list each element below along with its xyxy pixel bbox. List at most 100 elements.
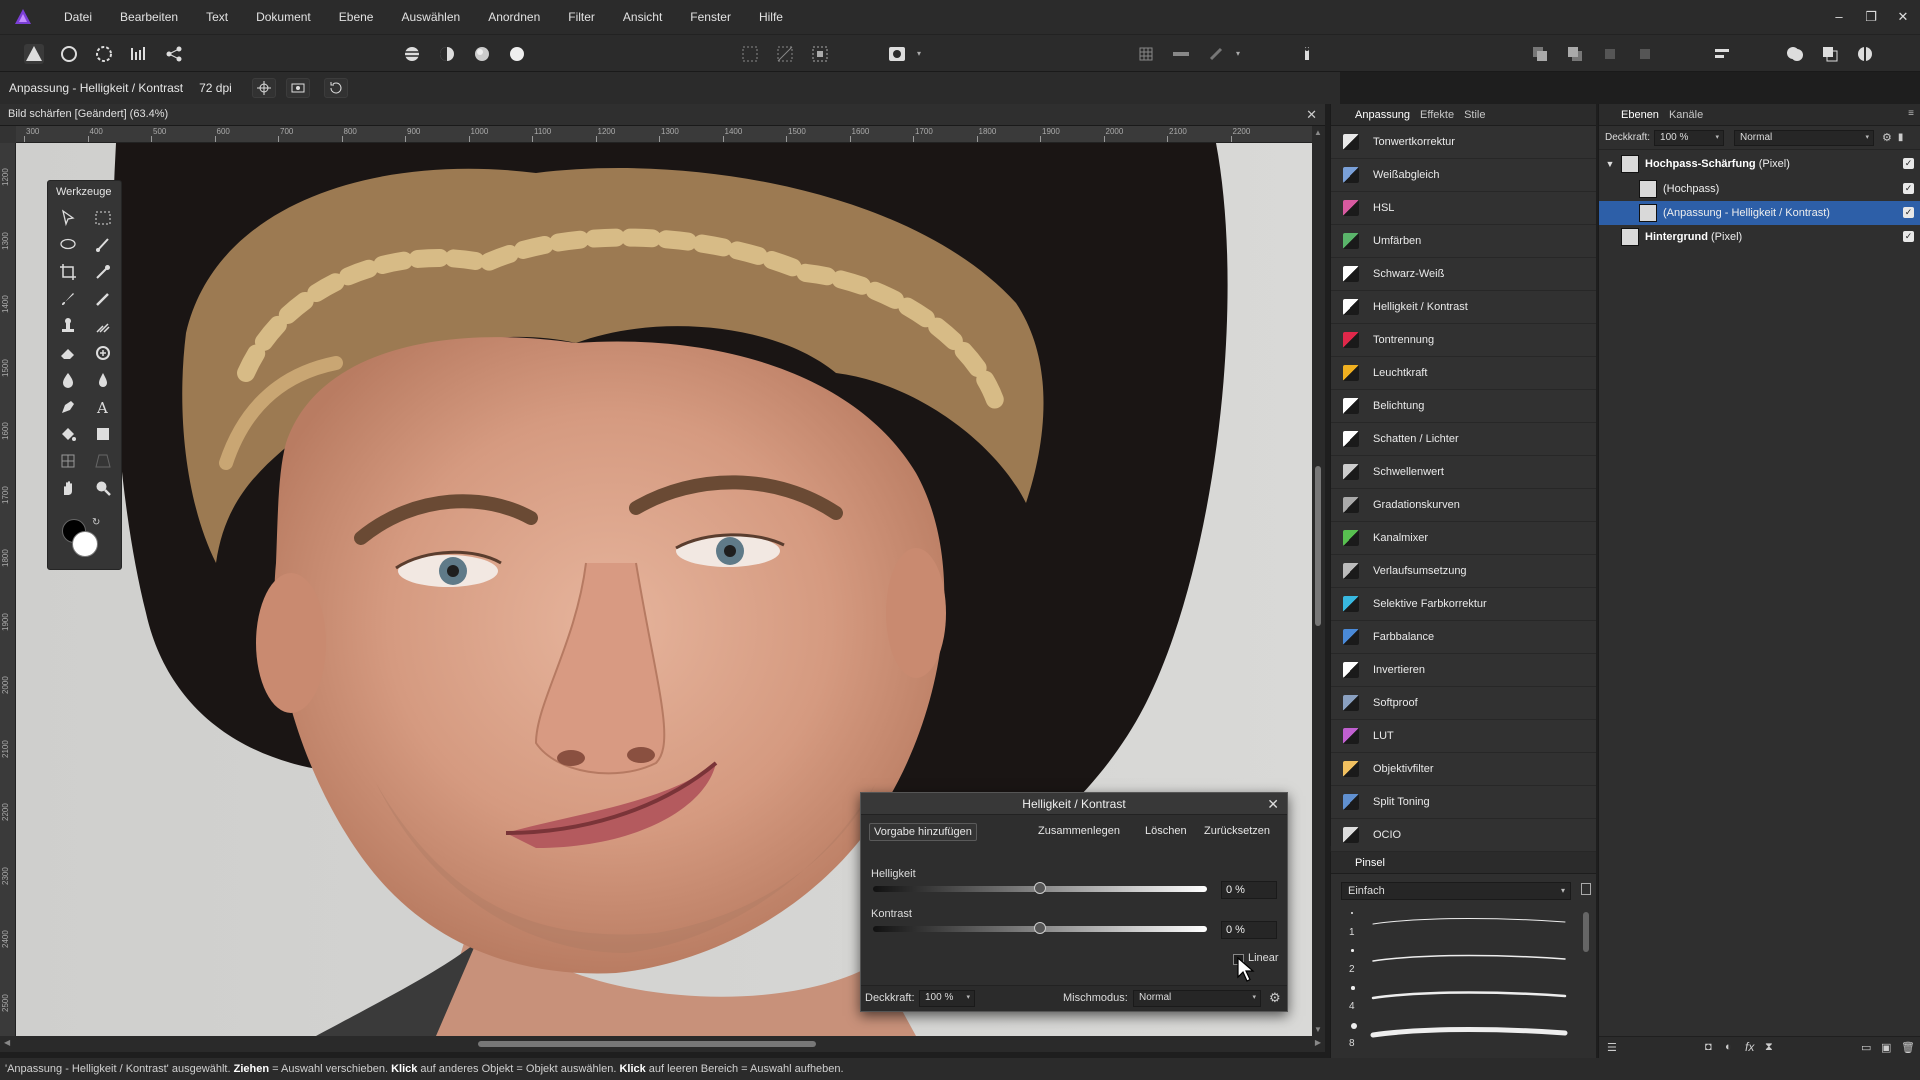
- layer-stack-icon[interactable]: ☰: [1607, 1041, 1617, 1054]
- selection-brush-tool-icon[interactable]: [92, 234, 114, 256]
- layer-visibility-checkbox[interactable]: ✓: [1903, 207, 1914, 218]
- adjustment-item[interactable]: Umfärben: [1331, 225, 1596, 258]
- minimize-button[interactable]: –: [1832, 10, 1846, 24]
- adjustment-item[interactable]: Tontrennung: [1331, 324, 1596, 357]
- view-toggle-icon[interactable]: [285, 78, 310, 98]
- adjustment-item[interactable]: Schwarz-Weiß: [1331, 258, 1596, 291]
- secondary-color-swatch[interactable]: [72, 531, 98, 557]
- menu-item[interactable]: Ebene: [325, 0, 388, 34]
- brush-preset[interactable]: 8: [1341, 1015, 1576, 1051]
- brush-category-select[interactable]: Einfach ▾: [1341, 882, 1571, 900]
- affinity-photo-logo-icon[interactable]: [12, 6, 34, 28]
- adjustment-item[interactable]: Invertieren: [1331, 654, 1596, 687]
- menu-item[interactable]: Datei: [50, 0, 106, 34]
- scroll-right-icon[interactable]: ▶: [1315, 1038, 1321, 1047]
- adjustment-item[interactable]: Verlaufsumsetzung: [1331, 555, 1596, 588]
- flood-fill-tool-icon[interactable]: [57, 423, 79, 445]
- contrast-slider-knob[interactable]: [1034, 922, 1046, 934]
- brightness-value-field[interactable]: 0 %: [1221, 881, 1277, 899]
- vertical-scroll-thumb[interactable]: [1315, 466, 1321, 626]
- crop-tool-icon[interactable]: [57, 261, 79, 283]
- adjustment-item[interactable]: Schwellenwert: [1331, 456, 1596, 489]
- blur-tool-icon[interactable]: [92, 369, 114, 391]
- brush-preset[interactable]: 2: [1341, 941, 1576, 977]
- add-group-icon[interactable]: ▭: [1861, 1041, 1871, 1054]
- align-icon[interactable]: [1712, 44, 1732, 64]
- layer-row[interactable]: Hintergrund (Pixel) ✓: [1599, 225, 1920, 249]
- clone-stamp-tool-icon[interactable]: [57, 315, 79, 337]
- adjustment-item[interactable]: OCIO: [1331, 819, 1596, 852]
- snapping-magnet-icon[interactable]: [1206, 44, 1226, 64]
- adjustment-item[interactable]: Leuchtkraft: [1331, 357, 1596, 390]
- rectangular-marquee-tool-icon[interactable]: [92, 207, 114, 229]
- quick-mask-dropdown-icon[interactable]: ▾: [917, 49, 921, 58]
- dialog-close-button[interactable]: ✕: [1267, 793, 1279, 815]
- boolean-intersect-icon[interactable]: [1855, 44, 1875, 64]
- layer-opacity-select[interactable]: 100 % ▾: [1654, 129, 1725, 146]
- adjustment-item[interactable]: Softproof: [1331, 687, 1596, 720]
- adjustment-item[interactable]: Gradationskurven: [1331, 489, 1596, 522]
- adjustment-item[interactable]: Objektivfilter: [1331, 753, 1596, 786]
- move-crosshair-icon[interactable]: [251, 78, 276, 98]
- menu-item[interactable]: Anordnen: [474, 0, 554, 34]
- scroll-left-icon[interactable]: ◀: [4, 1038, 10, 1047]
- color-swatches[interactable]: ↻: [62, 517, 106, 563]
- menu-item[interactable]: Auswählen: [387, 0, 474, 34]
- layer-row[interactable]: ▼ Hochpass-Schärfung (Pixel) ✓: [1599, 152, 1920, 176]
- dialog-opacity-select[interactable]: 100 % ▾: [919, 990, 975, 1007]
- dialog-titlebar[interactable]: Helligkeit / Kontrast ✕: [861, 793, 1287, 815]
- auto-levels-icon[interactable]: [402, 44, 422, 64]
- auto-contrast-icon[interactable]: [437, 44, 457, 64]
- expand-triangle-icon[interactable]: ▼: [1599, 159, 1621, 169]
- perspective-tool-icon[interactable]: [92, 450, 114, 472]
- vertical-scrollbar[interactable]: ▲ ▼: [1312, 126, 1325, 1036]
- adjustment-layer-icon[interactable]: ◐: [1725, 1041, 1732, 1053]
- tab-channels[interactable]: Kanäle: [1669, 109, 1703, 121]
- arrange-forward-icon[interactable]: [1600, 44, 1620, 64]
- reset-transform-icon[interactable]: [323, 78, 348, 98]
- rectangle-tool-icon[interactable]: [92, 423, 114, 445]
- delete-button[interactable]: Löschen: [1141, 823, 1191, 841]
- marquee-select-icon[interactable]: [740, 44, 760, 64]
- auto-white-balance-icon[interactable]: [507, 44, 527, 64]
- close-window-button[interactable]: ✕: [1896, 10, 1910, 24]
- paint-brush-tool-icon[interactable]: [57, 288, 79, 310]
- photo-persona-icon[interactable]: [24, 44, 44, 64]
- brush-scrollbar[interactable]: [1583, 912, 1589, 952]
- tone-mapping-persona-icon[interactable]: [129, 44, 149, 64]
- horizontal-scroll-thumb[interactable]: [478, 1041, 816, 1047]
- layer-visibility-checkbox[interactable]: ✓: [1903, 231, 1914, 242]
- scroll-up-icon[interactable]: ▲: [1314, 128, 1322, 137]
- menu-item[interactable]: Fenster: [676, 0, 745, 34]
- adjustment-item[interactable]: Belichtung: [1331, 390, 1596, 423]
- menu-item[interactable]: Text: [192, 0, 242, 34]
- brush-preset[interactable]: 1: [1341, 904, 1576, 940]
- adjustment-item[interactable]: Kanalmixer: [1331, 522, 1596, 555]
- eraser-tool-icon[interactable]: [57, 342, 79, 364]
- dodge-tool-icon[interactable]: [57, 369, 79, 391]
- smudge-tool-icon[interactable]: [92, 315, 114, 337]
- healing-brush-tool-icon[interactable]: [92, 342, 114, 364]
- layer-row[interactable]: (Hochpass) ✓: [1599, 177, 1920, 201]
- dialog-blend-select[interactable]: Normal ▾: [1133, 990, 1261, 1007]
- tab-brushes[interactable]: Pinsel: [1355, 857, 1385, 869]
- fx-layer-icon[interactable]: fx: [1745, 1040, 1754, 1054]
- adjustment-item[interactable]: Weißabgleich: [1331, 159, 1596, 192]
- document-tab[interactable]: Bild schärfen [Geändert] (63.4%) ✕: [0, 104, 1325, 126]
- menu-item[interactable]: Bearbeiten: [106, 0, 192, 34]
- vertical-ruler[interactable]: 1200 1300 1400 1500 1600 1700 1800 1900 2000 2100…: [0, 126, 16, 1036]
- adjustment-item[interactable]: Farbbalance: [1331, 621, 1596, 654]
- merge-button[interactable]: Zusammenlegen: [1034, 823, 1124, 841]
- adjustment-item[interactable]: HSL: [1331, 192, 1596, 225]
- hand-tool-icon[interactable]: [57, 477, 79, 499]
- maximize-button[interactable]: ❐: [1864, 10, 1878, 24]
- lasso-tool-icon[interactable]: [57, 234, 79, 256]
- lock-icon[interactable]: ▮: [1898, 132, 1904, 143]
- pixel-brush-tool-icon[interactable]: [92, 288, 114, 310]
- boolean-subtract-icon[interactable]: [1820, 44, 1840, 64]
- layer-row[interactable]: (Anpassung - Helligkeit / Kontrast) ✓: [1599, 201, 1920, 225]
- zoom-tool-icon[interactable]: [92, 477, 114, 499]
- develop-persona-icon[interactable]: [94, 44, 114, 64]
- tab-effects[interactable]: Effekte: [1420, 109, 1454, 121]
- invert-selection-icon[interactable]: [810, 44, 830, 64]
